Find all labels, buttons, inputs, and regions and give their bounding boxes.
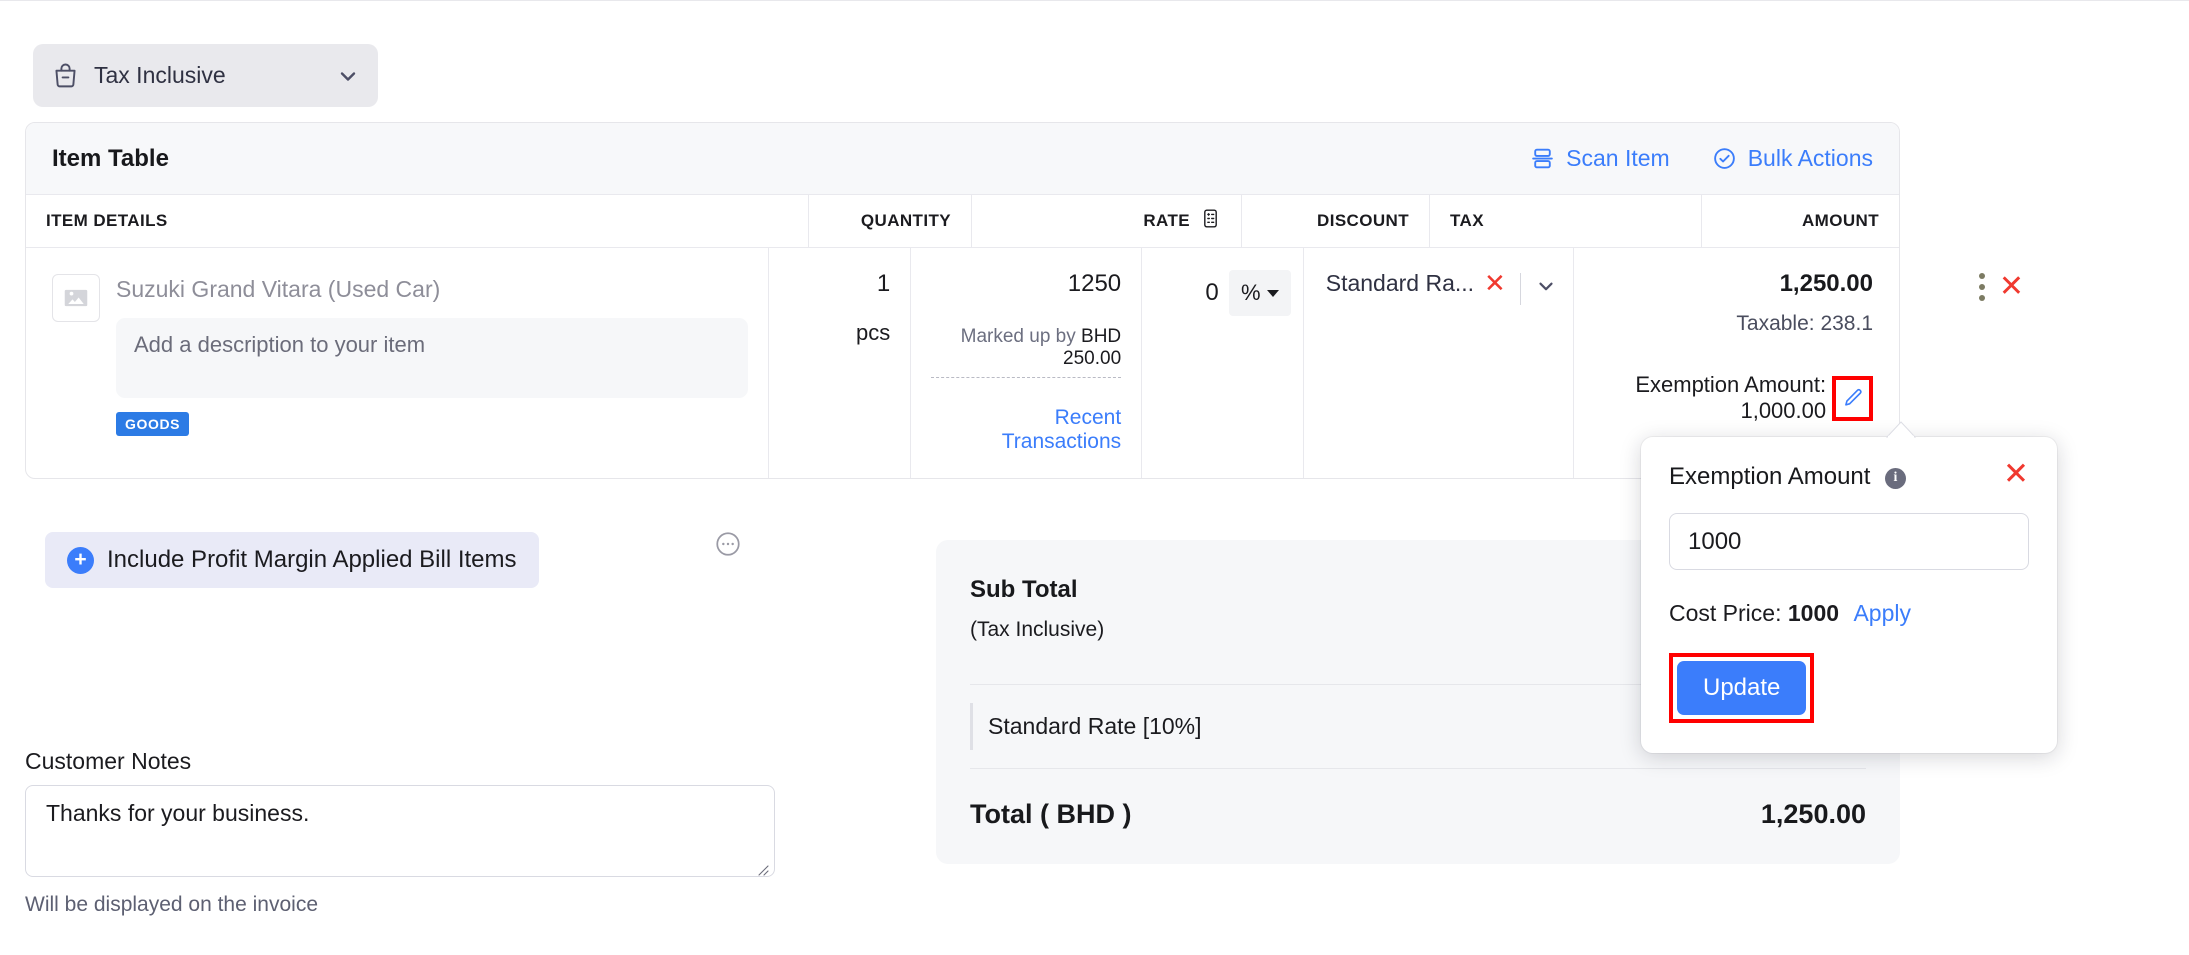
rate-markup-prefix: Marked up by: [961, 326, 1076, 347]
customer-notes-hint: Will be displayed on the invoice: [25, 893, 318, 917]
exemption-amount-popup: Exemption Amount i ✕ 1000 Cost Price: 10…: [1641, 437, 2057, 753]
row-more-options-icon[interactable]: [1979, 273, 1985, 301]
item-image-placeholder-icon[interactable]: [52, 274, 100, 322]
quantity-cell: 1 pcs: [768, 248, 910, 478]
chevron-down-icon[interactable]: [336, 64, 360, 88]
column-header-discount: DISCOUNT: [1241, 195, 1429, 247]
rate-markup-note: Marked up by BHD 250.00: [931, 326, 1121, 370]
cost-price-label: Cost Price:: [1669, 600, 1781, 626]
shopping-bag-icon: [51, 61, 80, 90]
rate-dashed-divider: [931, 377, 1121, 378]
column-header-amount: AMOUNT: [1701, 195, 1899, 247]
grand-total-row: Total ( BHD ) 1,250.00: [970, 769, 1866, 864]
price-list-icon[interactable]: [1200, 208, 1221, 234]
table-row: Suzuki Grand Vitara (Used Car) Add a des…: [26, 248, 1899, 478]
cost-price-value: 1000: [1788, 600, 1839, 626]
discount-cell: 0 %: [1141, 248, 1303, 478]
bulk-actions-button[interactable]: Bulk Actions: [1712, 145, 1873, 172]
popup-arrow: [1886, 421, 1916, 438]
item-details-main: Suzuki Grand Vitara (Used Car) Add a des…: [116, 270, 748, 460]
sub-total-label: Sub Total: [970, 576, 1104, 604]
grand-total-label: Total ( BHD ): [970, 799, 1131, 830]
customer-notes-label: Customer Notes: [25, 748, 191, 775]
edit-exemption-amount-button[interactable]: [1832, 376, 1873, 421]
update-button[interactable]: Update: [1677, 661, 1806, 715]
exemption-popup-title: Exemption Amount: [1669, 463, 1870, 490]
tax-breakdown-bar: [970, 703, 973, 750]
customer-notes-input[interactable]: Thanks for your business.: [25, 785, 775, 877]
textarea-resize-handle-icon[interactable]: [755, 862, 769, 876]
quantity-input[interactable]: 1: [789, 270, 890, 298]
item-table-card: Item Table Scan Item Bulk: [25, 122, 1900, 479]
update-button-highlight: Update: [1669, 653, 1814, 723]
item-table-header: Item Table Scan Item Bulk: [26, 123, 1899, 195]
tax-chevron-down-icon[interactable]: [1535, 275, 1557, 297]
rate-cell: 1250 Marked up by BHD 250.00 Recent Tran…: [910, 248, 1141, 478]
exemption-popup-title-wrap: Exemption Amount i: [1669, 463, 1906, 491]
info-icon[interactable]: i: [1885, 468, 1906, 489]
cost-price-row: Cost Price: 1000 Apply: [1669, 600, 2029, 627]
tax-mode-select[interactable]: Tax Inclusive: [33, 44, 378, 107]
item-details-cell: Suzuki Grand Vitara (Used Car) Add a des…: [26, 248, 768, 478]
clear-tax-icon[interactable]: ✕: [1484, 270, 1506, 296]
recent-transactions-link[interactable]: Recent Transactions: [931, 406, 1121, 454]
sub-total-note: (Tax Inclusive): [970, 618, 1104, 642]
row-tools: ✕: [1979, 272, 2024, 302]
column-header-quantity: QUANTITY: [808, 195, 971, 247]
discount-unit-label: %: [1241, 280, 1261, 306]
exemption-amount-row: Exemption Amount: 1,000.00: [1594, 372, 1873, 424]
rate-input[interactable]: 1250: [931, 270, 1121, 298]
column-header-tax: TAX: [1429, 195, 1701, 247]
amount-value: 1,250.00: [1594, 270, 1873, 298]
grand-total-value: 1,250.00: [1761, 799, 1866, 830]
tax-divider: [1520, 273, 1521, 305]
remove-row-icon[interactable]: ✕: [1999, 272, 2024, 302]
item-description-input[interactable]: Add a description to your item: [116, 318, 748, 398]
tax-cell: Standard Ra... ✕: [1303, 248, 1573, 478]
scan-item-label: Scan Item: [1566, 145, 1670, 172]
tax-breakdown-label: Standard Rate [10%]: [970, 713, 1202, 740]
close-icon[interactable]: ✕: [2003, 463, 2029, 485]
exemption-amount-text: Exemption Amount: 1,000.00: [1594, 372, 1826, 424]
include-profit-margin-label: Include Profit Margin Applied Bill Items: [107, 546, 517, 574]
tax-mode-label: Tax Inclusive: [94, 62, 336, 89]
check-circle-icon: [1712, 146, 1737, 171]
sub-total-labels: Sub Total (Tax Inclusive): [970, 576, 1104, 642]
caret-down-icon: [1267, 290, 1279, 297]
item-more-options-icon[interactable]: [714, 530, 742, 558]
apply-cost-price-link[interactable]: Apply: [1853, 600, 1911, 626]
item-type-badge: GOODS: [116, 412, 189, 436]
barcode-scan-icon: [1530, 146, 1555, 171]
page-top-divider: [0, 0, 2189, 1]
plus-circle-icon: +: [67, 547, 94, 574]
item-table-header-actions: Scan Item Bulk Actions: [1530, 145, 1873, 172]
column-header-item-details: ITEM DETAILS: [26, 195, 808, 247]
item-name[interactable]: Suzuki Grand Vitara (Used Car): [116, 270, 748, 304]
discount-unit-dropdown[interactable]: %: [1229, 270, 1291, 316]
discount-input[interactable]: 0: [1205, 270, 1218, 316]
exemption-amount-input[interactable]: 1000: [1669, 513, 2029, 570]
bulk-actions-label: Bulk Actions: [1748, 145, 1873, 172]
quantity-unit[interactable]: pcs: [789, 320, 890, 346]
exemption-popup-header: Exemption Amount i ✕: [1669, 463, 2029, 491]
item-table-title: Item Table: [52, 145, 169, 173]
item-table-column-headers: ITEM DETAILS QUANTITY RATE DISCOUNT TAX …: [26, 195, 1899, 248]
column-header-rate: RATE: [971, 195, 1241, 247]
taxable-value: Taxable: 238.1: [1594, 312, 1873, 336]
include-profit-margin-button[interactable]: + Include Profit Margin Applied Bill Ite…: [45, 532, 539, 588]
scan-item-button[interactable]: Scan Item: [1530, 145, 1670, 172]
tax-selected-value[interactable]: Standard Ra...: [1326, 270, 1474, 297]
column-header-rate-label: RATE: [1143, 211, 1190, 231]
